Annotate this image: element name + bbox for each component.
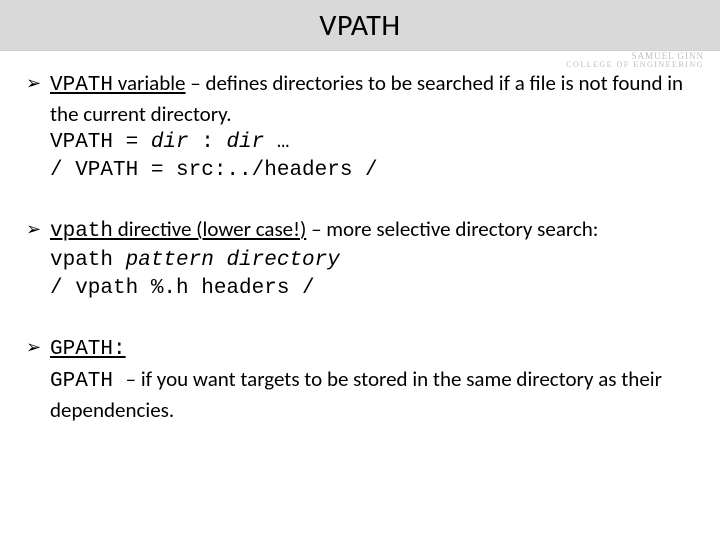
slide: VPATH SAMUEL GINN COLLEGE OF ENGINEERING… bbox=[0, 0, 720, 540]
code-text: … bbox=[264, 131, 289, 154]
code-text: VPATH = bbox=[50, 131, 151, 154]
bullet-body: vpath directive (lower case!) – more sel… bbox=[50, 215, 694, 246]
term-text: directive (lower case!) bbox=[113, 216, 306, 242]
bullet-arrow-icon: ➢ bbox=[26, 69, 50, 129]
code-line: VPATH = dir : dir … bbox=[26, 129, 694, 157]
code-line: GPATH – if you want targets to be stored… bbox=[26, 365, 694, 425]
term-desc: – if you want targets to be stored in th… bbox=[50, 366, 662, 423]
code-ital: dir bbox=[151, 131, 189, 154]
term-code: GPATH: bbox=[50, 338, 126, 361]
bullet-item: ➢ vpath directive (lower case!) – more s… bbox=[26, 215, 694, 303]
bullet-arrow-icon: ➢ bbox=[26, 215, 50, 246]
bullet-body: GPATH: bbox=[50, 333, 694, 364]
code-ital: pattern directory bbox=[126, 249, 340, 272]
bullet-arrow-icon: ➢ bbox=[26, 333, 50, 364]
code-text: vpath bbox=[50, 249, 126, 272]
term-text: variable bbox=[113, 70, 186, 96]
bullet-body: VPATH variable – defines directories to … bbox=[50, 69, 694, 129]
code-text: GPATH bbox=[50, 370, 126, 393]
slide-title: VPATH bbox=[319, 7, 400, 44]
code-line: / VPATH = src:../headers / bbox=[26, 157, 694, 185]
code-line: vpath pattern directory bbox=[26, 247, 694, 275]
code-line: / vpath %.h headers / bbox=[26, 275, 694, 303]
term-desc: – more selective directory search: bbox=[306, 216, 598, 242]
bullet-item: ➢ GPATH: GPATH – if you want targets to … bbox=[26, 333, 694, 424]
code-text: : bbox=[189, 131, 227, 154]
bullet-item: ➢ VPATH variable – defines directories t… bbox=[26, 69, 694, 185]
term-code: vpath bbox=[50, 220, 113, 243]
term-code: VPATH bbox=[50, 74, 113, 97]
content-area: ➢ VPATH variable – defines directories t… bbox=[0, 51, 720, 424]
code-ital: dir bbox=[226, 131, 264, 154]
title-bar: VPATH bbox=[0, 0, 720, 51]
